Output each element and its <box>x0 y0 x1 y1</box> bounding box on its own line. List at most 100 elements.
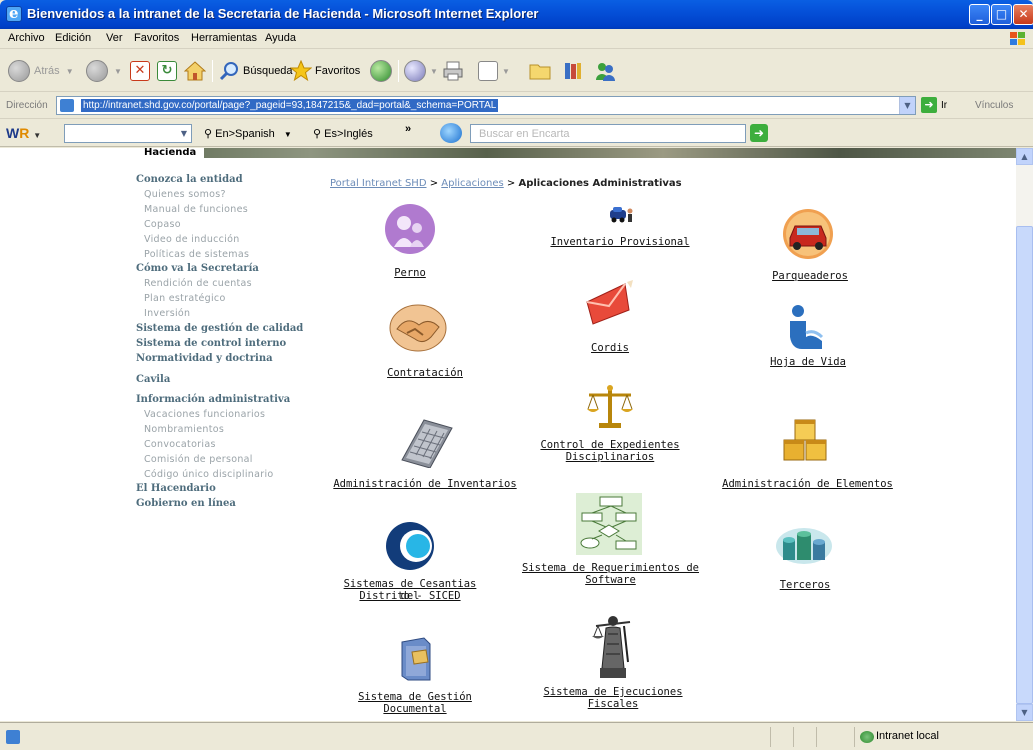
scroll-up-icon[interactable]: ▲ <box>1016 148 1033 165</box>
app-contratacion-label[interactable]: Contratación <box>375 367 475 379</box>
es-ingles-button[interactable]: ⚲ Es>Inglés <box>313 127 373 140</box>
stop-button[interactable]: ✕ <box>130 59 150 83</box>
wr-logo[interactable]: WR ▼ <box>6 125 41 141</box>
app-terceros[interactable]: Terceros <box>760 526 850 596</box>
app-req-software-label-1[interactable]: Sistema de Requerimientos de <box>518 562 703 574</box>
app-admin-elementos[interactable]: Administración de Elementos <box>720 416 895 491</box>
research-button[interactable] <box>562 59 584 83</box>
edit-button[interactable]: ▼ <box>478 59 510 83</box>
app-control-exp-label-1[interactable]: Control de Expedientes <box>535 439 685 451</box>
app-terceros-label[interactable]: Terceros <box>760 579 850 591</box>
sidebar-item-plan[interactable]: Plan estratégico <box>144 293 226 304</box>
breadcrumb-home[interactable]: Portal Intranet SHD <box>330 178 427 189</box>
sidebar-item-quienes[interactable]: Quienes somos? <box>144 189 226 200</box>
menu-edicion[interactable]: Edición <box>55 32 91 44</box>
status-pane <box>854 727 855 747</box>
menu-herramientas[interactable]: Herramientas <box>191 32 257 44</box>
app-control-exp-label-2[interactable]: Disciplinarios <box>535 451 685 463</box>
app-parqueaderos-label[interactable]: Parqueaderos <box>755 270 865 282</box>
sidebar-item-politicas[interactable]: Políticas de sistemas <box>144 249 249 260</box>
app-cordis[interactable]: Cordis <box>560 280 660 360</box>
vertical-scrollbar[interactable]: ▲ ▼ <box>1016 148 1033 721</box>
app-ejec-fiscales-label-1[interactable]: Sistema de Ejecuciones <box>538 686 688 698</box>
sidebar-item-calidad[interactable]: Sistema de gestión de calidad <box>136 323 303 334</box>
menu-ver[interactable]: Ver <box>106 32 123 44</box>
mail-button[interactable]: ▼ <box>404 59 438 83</box>
address-field[interactable]: http://intranet.shd.gov.co/portal/page?_… <box>56 96 916 115</box>
menu-ayuda[interactable]: Ayuda <box>265 32 296 44</box>
close-button[interactable]: ✕ <box>1013 4 1033 25</box>
print-button[interactable] <box>442 59 464 83</box>
home-button[interactable] <box>184 59 206 83</box>
menu-archivo[interactable]: Archivo <box>8 32 45 44</box>
history-button[interactable] <box>370 59 392 83</box>
go-arrow-icon[interactable]: ➜ <box>921 97 937 113</box>
sidebar-item-normatividad[interactable]: Normatividad y doctrina <box>136 353 273 364</box>
sidebar-item-comision[interactable]: Comisión de personal <box>144 454 253 465</box>
sidebar-item-como-va[interactable]: Cómo va la Secretaría <box>136 263 259 274</box>
app-requerimientos-software[interactable]: Sistema de Requerimientos de Software <box>518 493 703 593</box>
scroll-thumb[interactable] <box>1016 226 1033 704</box>
app-siced[interactable]: Sistemas de Cesantias del Distrito - SIC… <box>340 520 480 612</box>
sidebar-item-copaso[interactable]: Copaso <box>144 219 181 230</box>
breadcrumb-aplicaciones[interactable]: Aplicaciones <box>441 178 503 189</box>
address-dropdown-icon[interactable]: ▼ <box>899 97 915 114</box>
wr-search-input[interactable]: ▼ <box>64 124 192 143</box>
minimize-button[interactable]: _ <box>969 4 990 25</box>
encarta-search-field[interactable]: Buscar en Encarta <box>470 124 746 143</box>
app-perno-label[interactable]: Perno <box>370 267 450 279</box>
sidebar-item-gobierno[interactable]: Gobierno en línea <box>136 498 236 509</box>
go-button[interactable]: Ir <box>941 100 947 111</box>
search-button[interactable]: Búsqueda <box>218 59 293 83</box>
sidebar-item-conozca[interactable]: Conozca la entidad <box>136 174 243 185</box>
app-inventario-label[interactable]: Inventario Provisional <box>540 236 700 248</box>
sidebar-item-cavila[interactable]: Cavila <box>136 374 170 385</box>
app-admin-inventarios[interactable]: Administración de Inventarios <box>330 416 520 491</box>
app-hoja-de-vida[interactable]: Hoja de Vida <box>758 303 858 373</box>
maximize-button[interactable]: □ <box>991 4 1012 25</box>
app-req-software-label-2[interactable]: Software <box>518 574 703 586</box>
encarta-go-arrow-icon[interactable]: ➜ <box>750 124 768 142</box>
links-label[interactable]: Vínculos <box>975 100 1013 111</box>
url-text[interactable]: http://intranet.shd.gov.co/portal/page?_… <box>81 99 499 112</box>
app-control-expedientes[interactable]: Control de Expedientes Disciplinarios <box>535 383 685 473</box>
refresh-button[interactable]: ↻ <box>157 59 177 83</box>
app-inventario-provisional[interactable]: Inventario Provisional <box>540 200 700 250</box>
app-parqueaderos[interactable]: Parqueaderos <box>755 208 865 288</box>
sidebar-item-nombramientos[interactable]: Nombramientos <box>144 424 224 435</box>
back-button[interactable]: Atrás ▼ <box>8 59 74 83</box>
wr-dropdown-icon[interactable]: ▼ <box>177 125 191 142</box>
sidebar-item-vacaciones[interactable]: Vacaciones funcionarios <box>144 409 265 420</box>
app-hoja-de-vida-label[interactable]: Hoja de Vida <box>758 356 858 368</box>
sidebar-item-inversion[interactable]: Inversión <box>144 308 190 319</box>
app-gestion-documental[interactable]: Sistema de Gestión Documental <box>350 636 480 720</box>
sidebar-item-codigo[interactable]: Código único disciplinario <box>144 469 274 480</box>
sidebar-item-info-admin[interactable]: Información administrativa <box>136 394 290 405</box>
forward-button[interactable]: ▼ <box>86 59 122 83</box>
sidebar-item-convocatorias[interactable]: Convocatorias <box>144 439 216 450</box>
app-ejecuciones-fiscales[interactable]: Sistema de Ejecuciones Fiscales <box>538 612 688 712</box>
app-gestion-doc-label-2[interactable]: Documental <box>350 703 480 715</box>
app-siced-label-2[interactable]: Distrito - SICED <box>340 590 480 602</box>
app-admin-inventarios-label[interactable]: Administración de Inventarios <box>330 478 520 490</box>
scroll-down-icon[interactable]: ▼ <box>1016 704 1033 721</box>
folder-button[interactable] <box>528 59 552 83</box>
sidebar-item-hacendario[interactable]: El Hacendario <box>136 483 216 494</box>
app-cordis-label[interactable]: Cordis <box>560 342 660 354</box>
app-ejec-fiscales-label-2[interactable]: Fiscales <box>538 698 688 710</box>
sidebar-item-manual[interactable]: Manual de funciones <box>144 204 248 215</box>
app-perno[interactable]: Perno <box>370 203 450 283</box>
en-spanish-button[interactable]: ⚲ En>Spanish ▼ <box>204 127 292 140</box>
menu-favoritos[interactable]: Favoritos <box>134 32 179 44</box>
app-admin-elementos-label[interactable]: Administración de Elementos <box>720 478 895 490</box>
page-content: Hacienda Conozca la entidad Quienes somo… <box>0 148 1016 721</box>
sidebar-item-rendicion[interactable]: Rendición de cuentas <box>144 278 252 289</box>
messenger-button[interactable] <box>594 59 616 83</box>
favorites-button[interactable]: Favoritos <box>290 59 360 83</box>
more-chevron-icon[interactable]: » <box>405 123 411 135</box>
app-contratacion[interactable]: Contratación <box>375 303 475 381</box>
app-gestion-doc-label-1[interactable]: Sistema de Gestión <box>350 691 480 703</box>
sidebar-item-video[interactable]: Video de inducción <box>144 234 240 245</box>
encarta-icon[interactable] <box>440 123 462 143</box>
sidebar-item-control[interactable]: Sistema de control interno <box>136 338 286 349</box>
